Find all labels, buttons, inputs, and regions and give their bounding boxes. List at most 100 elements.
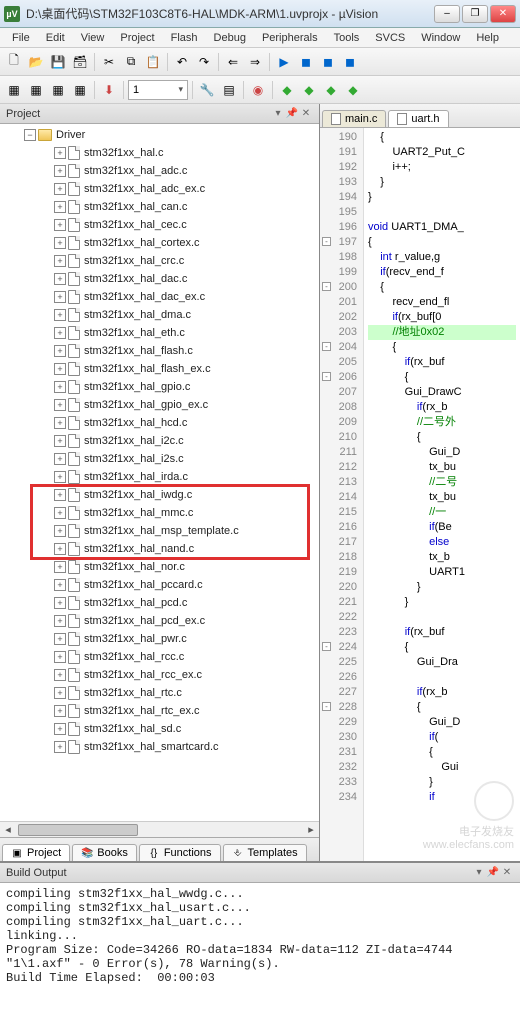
pack-green3-icon[interactable]: ◆ <box>321 80 341 100</box>
file-row[interactable]: +stm32f1xx_hal_hcd.c <box>0 414 319 432</box>
file-row[interactable]: +stm32f1xx_hal_gpio_ex.c <box>0 396 319 414</box>
menu-tools[interactable]: Tools <box>326 30 368 46</box>
close-button[interactable]: ✕ <box>490 5 516 23</box>
expander-icon[interactable]: + <box>54 741 66 753</box>
build-icon[interactable]: ▦ <box>4 80 24 100</box>
expander-icon[interactable]: + <box>54 561 66 573</box>
pane-dropdown-icon[interactable]: ▾ <box>271 107 285 121</box>
file-row[interactable]: +stm32f1xx_hal_dac.c <box>0 270 319 288</box>
bookmark-icon[interactable]: ▶ <box>274 52 294 72</box>
file-row[interactable]: +stm32f1xx_hal_msp_template.c <box>0 522 319 540</box>
pane-pin-icon[interactable]: 📌 <box>285 107 299 121</box>
expander-icon[interactable]: + <box>54 273 66 285</box>
expander-icon[interactable]: + <box>54 507 66 519</box>
expander-icon[interactable]: + <box>54 147 66 159</box>
expander-icon[interactable]: + <box>54 579 66 591</box>
menu-edit[interactable]: Edit <box>38 30 73 46</box>
expander-icon[interactable]: + <box>54 435 66 447</box>
undo-icon[interactable]: ↶ <box>172 52 192 72</box>
expander-icon[interactable]: + <box>54 291 66 303</box>
file-row[interactable]: +stm32f1xx_hal_crc.c <box>0 252 319 270</box>
pack-green-icon[interactable]: ◆ <box>277 80 297 100</box>
expander-icon[interactable]: + <box>54 219 66 231</box>
options-icon[interactable]: 🔧 <box>197 80 217 100</box>
build-output-body[interactable]: compiling stm32f1xx_hal_wwdg.c... compil… <box>0 883 520 1011</box>
file-row[interactable]: +stm32f1xx_hal_eth.c <box>0 324 319 342</box>
build-pin-icon[interactable]: 📌 <box>486 866 500 880</box>
file-row[interactable]: +stm32f1xx_hal_pcd_ex.c <box>0 612 319 630</box>
expander-icon[interactable]: + <box>54 471 66 483</box>
manage-icon[interactable]: ▤ <box>219 80 239 100</box>
file-row[interactable]: +stm32f1xx_hal_gpio.c <box>0 378 319 396</box>
expander-icon[interactable]: + <box>54 453 66 465</box>
debug-icon[interactable]: ◉ <box>248 80 268 100</box>
folder-driver[interactable]: − Driver <box>0 126 319 144</box>
code-body[interactable]: { UART2_Put_C i++; }}void UART1_DMA_{ in… <box>364 128 520 861</box>
file-row[interactable]: +stm32f1xx_hal_mmc.c <box>0 504 319 522</box>
bookmark-prev-icon[interactable]: ◼ <box>296 52 316 72</box>
download-icon[interactable]: ⬇ <box>99 80 119 100</box>
build-close-icon[interactable]: ✕ <box>500 866 514 880</box>
save-all-icon[interactable]: 🗃 <box>70 52 90 72</box>
expander-icon[interactable]: + <box>54 237 66 249</box>
file-row[interactable]: +stm32f1xx_hal_iwdg.c <box>0 486 319 504</box>
rebuild-icon[interactable]: ▦ <box>26 80 46 100</box>
maximize-button[interactable]: ❐ <box>462 5 488 23</box>
expander-icon[interactable]: + <box>54 255 66 267</box>
file-row[interactable]: +stm32f1xx_hal_smartcard.c <box>0 738 319 756</box>
expander-icon[interactable]: + <box>54 525 66 537</box>
expander-icon[interactable]: + <box>54 183 66 195</box>
project-tree[interactable]: − Driver +stm32f1xx_hal.c +stm32f1xx_hal_… <box>0 124 319 837</box>
expander-icon[interactable]: + <box>54 363 66 375</box>
file-row[interactable]: +stm32f1xx_hal_nand.c <box>0 540 319 558</box>
file-row[interactable]: +stm32f1xx_hal_flash_ex.c <box>0 360 319 378</box>
file-row[interactable]: +stm32f1xx_hal_i2c.c <box>0 432 319 450</box>
menu-project[interactable]: Project <box>112 30 162 46</box>
pane-tab-books[interactable]: 📚Books <box>72 844 137 861</box>
file-row[interactable]: +stm32f1xx_hal_dma.c <box>0 306 319 324</box>
menu-view[interactable]: View <box>73 30 113 46</box>
file-row[interactable]: +stm32f1xx_hal_can.c <box>0 198 319 216</box>
file-row[interactable]: +stm32f1xx_hal_flash.c <box>0 342 319 360</box>
menu-svcs[interactable]: SVCS <box>367 30 413 46</box>
new-file-icon[interactable]: 🗋 <box>4 52 24 72</box>
pack-green4-icon[interactable]: ◆ <box>343 80 363 100</box>
save-icon[interactable]: 💾 <box>48 52 68 72</box>
expander-icon[interactable]: + <box>54 651 66 663</box>
tree-hscrollbar[interactable]: ◂▸ <box>0 821 319 837</box>
build-dropdown-icon[interactable]: ▾ <box>472 866 486 880</box>
redo-icon[interactable]: ↷ <box>194 52 214 72</box>
file-row[interactable]: +stm32f1xx_hal_sd.c <box>0 720 319 738</box>
file-row[interactable]: +stm32f1xx_hal_rtc_ex.c <box>0 702 319 720</box>
expander-icon[interactable]: + <box>54 399 66 411</box>
expander-icon[interactable]: + <box>54 615 66 627</box>
file-row[interactable]: +stm32f1xx_hal_cortex.c <box>0 234 319 252</box>
expander-icon[interactable]: + <box>54 327 66 339</box>
build-all-icon[interactable]: ▦ <box>48 80 68 100</box>
bookmark-clear-icon[interactable]: ◼ <box>340 52 360 72</box>
file-row[interactable]: +stm32f1xx_hal.c <box>0 144 319 162</box>
expander-icon[interactable]: + <box>54 543 66 555</box>
file-row[interactable]: +stm32f1xx_hal_nor.c <box>0 558 319 576</box>
pane-tab-project[interactable]: ▣Project <box>2 844 70 861</box>
file-row[interactable]: +stm32f1xx_hal_pwr.c <box>0 630 319 648</box>
minimize-button[interactable]: – <box>434 5 460 23</box>
menu-flash[interactable]: Flash <box>163 30 206 46</box>
expander-icon[interactable]: + <box>54 633 66 645</box>
file-row[interactable]: +stm32f1xx_hal_irda.c <box>0 468 319 486</box>
menu-peripherals[interactable]: Peripherals <box>254 30 326 46</box>
pane-tab-templates[interactable]: ⎀Templates <box>223 844 307 861</box>
pack-green2-icon[interactable]: ◆ <box>299 80 319 100</box>
bookmark-next-icon[interactable]: ◼ <box>318 52 338 72</box>
expander-icon[interactable]: + <box>54 597 66 609</box>
menu-window[interactable]: Window <box>413 30 468 46</box>
expander-icon[interactable]: − <box>24 129 36 141</box>
expander-icon[interactable]: + <box>54 687 66 699</box>
copy-icon[interactable]: ⧉ <box>121 52 141 72</box>
cut-icon[interactable]: ✂ <box>99 52 119 72</box>
expander-icon[interactable]: + <box>54 705 66 717</box>
editor-tab-main-c[interactable]: main.c <box>322 110 386 127</box>
expander-icon[interactable]: + <box>54 345 66 357</box>
file-row[interactable]: +stm32f1xx_hal_pcd.c <box>0 594 319 612</box>
file-row[interactable]: +stm32f1xx_hal_rcc.c <box>0 648 319 666</box>
